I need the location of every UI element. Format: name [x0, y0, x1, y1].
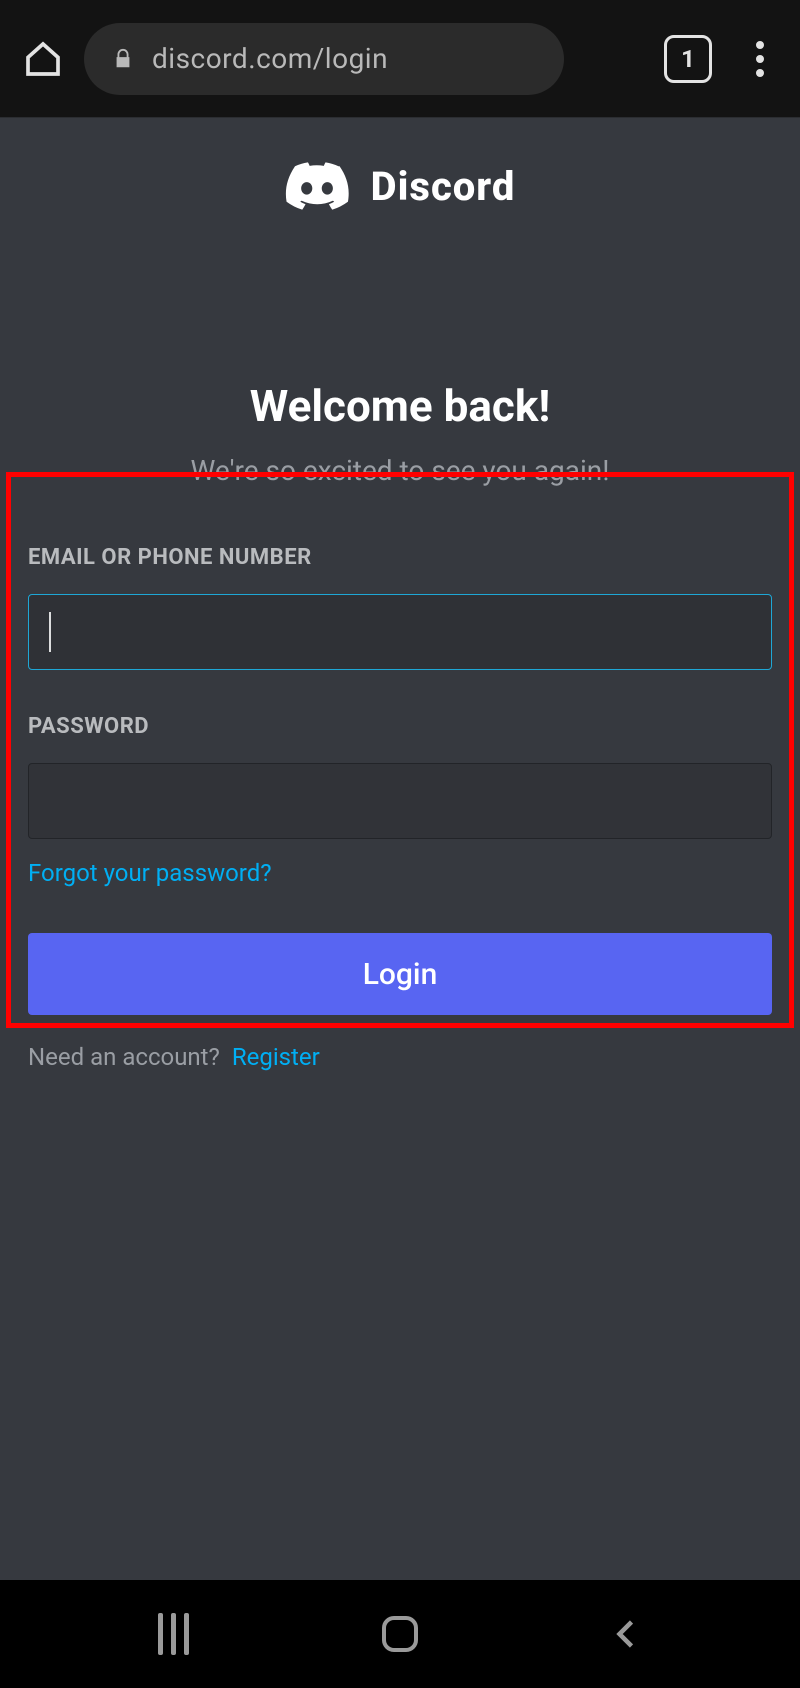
url-text: discord.com/login: [152, 42, 388, 75]
login-form: EMAIL OR PHONE NUMBER PASSWORD Forgot yo…: [0, 537, 800, 1071]
password-field[interactable]: [28, 763, 772, 839]
recents-icon: [158, 1613, 189, 1655]
chevron-left-icon: [609, 1616, 645, 1652]
address-bar[interactable]: discord.com/login: [84, 23, 564, 95]
tab-count: 1: [681, 45, 695, 73]
back-button[interactable]: [601, 1608, 653, 1660]
page-title: Welcome back!: [250, 380, 550, 432]
browser-home-button[interactable]: [20, 36, 66, 82]
login-page: Discord Welcome back! We're so excited t…: [0, 117, 800, 1580]
kebab-dot-icon: [756, 55, 764, 63]
email-field[interactable]: [28, 594, 772, 670]
browser-chrome: discord.com/login 1: [0, 0, 800, 117]
forgot-password-link[interactable]: Forgot your password?: [28, 859, 272, 887]
kebab-dot-icon: [756, 41, 764, 49]
tabs-button[interactable]: 1: [664, 35, 712, 83]
brand-name: Discord: [371, 163, 516, 210]
email-label: EMAIL OR PHONE NUMBER: [28, 545, 772, 570]
register-link[interactable]: Register: [232, 1043, 320, 1071]
home-square-icon: [382, 1616, 418, 1652]
system-nav-bar: [0, 1580, 800, 1688]
home-button[interactable]: [374, 1608, 426, 1660]
password-label: PASSWORD: [28, 714, 772, 739]
need-account-text: Need an account?: [28, 1043, 220, 1071]
recents-button[interactable]: [147, 1608, 199, 1660]
browser-menu-button[interactable]: [740, 35, 780, 83]
page-subtitle: We're so excited to see you again!: [191, 454, 610, 487]
text-caret-icon: [49, 612, 51, 652]
brand-logo: Discord: [285, 162, 516, 210]
lock-icon: [112, 46, 134, 72]
kebab-dot-icon: [756, 69, 764, 77]
login-button[interactable]: Login: [28, 933, 772, 1015]
register-prompt: Need an account? Register: [28, 1043, 772, 1071]
discord-logo-icon: [285, 162, 349, 210]
home-icon: [23, 39, 63, 79]
